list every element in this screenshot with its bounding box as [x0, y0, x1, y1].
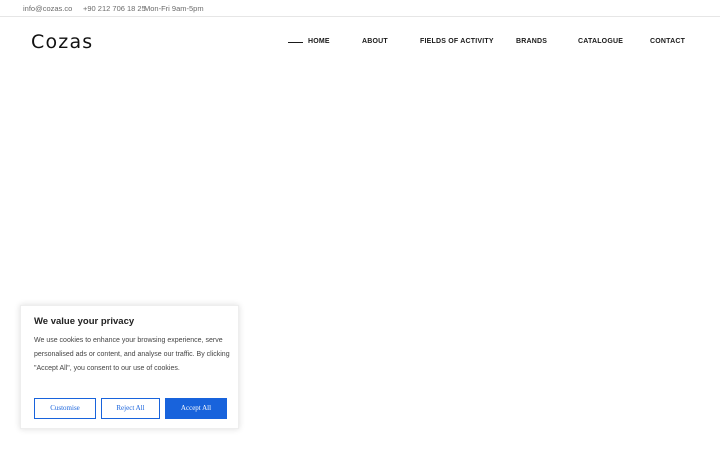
contact-phone[interactable]: +90 212 706 18 25 [83, 4, 146, 13]
cookie-consent-banner: We value your privacy We use cookies to … [20, 305, 239, 429]
reject-all-button[interactable]: Reject All [101, 398, 160, 419]
contact-email[interactable]: info@cozas.co [23, 4, 72, 13]
top-info-bar: info@cozas.co +90 212 706 18 25 Mon-Fri … [0, 0, 720, 17]
nav-item-home[interactable]: HOME [308, 38, 330, 45]
nav-item-about[interactable]: ABOUT [362, 38, 388, 45]
business-hours: Mon-Fri 9am-5pm [144, 4, 204, 13]
nav-item-contact[interactable]: CONTACT [650, 38, 685, 45]
nav-item-brands[interactable]: BRANDS [516, 38, 547, 45]
cookie-description: We use cookies to enhance your browsing … [34, 337, 230, 372]
main-nav: HOME ABOUT FIELDS OF ACTIVITY BRANDS CAT… [0, 38, 720, 48]
nav-item-fields-of-activity[interactable]: FIELDS OF ACTIVITY [420, 38, 494, 45]
customise-button[interactable]: Customise [34, 398, 96, 419]
nav-item-catalogue[interactable]: CATALOGUE [578, 38, 623, 45]
cookie-title: We value your privacy [34, 316, 135, 327]
active-indicator-line [288, 42, 303, 43]
accept-all-button[interactable]: Accept All [165, 398, 227, 419]
